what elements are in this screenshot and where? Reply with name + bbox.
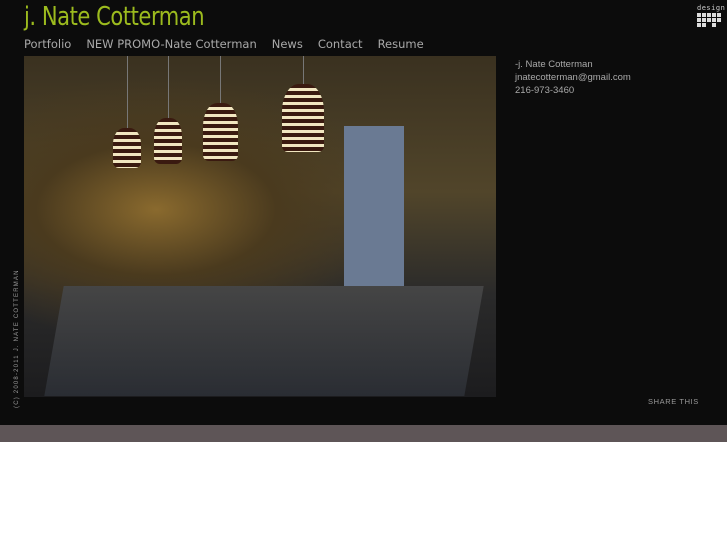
footer-band [0,425,727,442]
photo-wire [168,56,169,121]
main-nav: Portfolio NEW PROMO-Nate Cotterman News … [24,37,424,51]
photo-lamp [282,84,324,152]
contact-phone: 216-973-3460 [515,84,575,96]
photo-wire [127,56,128,131]
nav-portfolio[interactable]: Portfolio [24,37,71,51]
contact-info: -j. Nate Cotterman jnatecotterman@gmail.… [515,59,631,97]
contact-name: -j. Nate Cotterman [515,59,593,70]
photo-wire [220,56,221,106]
copyright: (C) 2008-2011 J. NATE COTTERMAN [14,269,20,408]
photo-counter [44,286,484,396]
design-logo[interactable]: design [697,4,726,27]
nav-news[interactable]: News [272,37,303,51]
nav-contact[interactable]: Contact [318,37,363,51]
logo-grid-icon [697,13,721,27]
contact-email[interactable]: jnatecotterman@gmail.com [515,72,631,85]
portfolio-photo-kitchen[interactable] [24,56,496,397]
photo-wire [303,56,304,86]
nav-new-promo[interactable]: NEW PROMO-Nate Cotterman [86,37,256,51]
share-this-button[interactable]: SHARE THIS [648,397,699,406]
photo-lamp [203,103,238,161]
logo-text: design [697,4,726,12]
photo-lamp [154,118,182,164]
site-title[interactable]: j. Nate Cotterman [24,2,205,32]
nav-resume[interactable]: Resume [378,37,424,51]
photo-lamp [113,128,141,168]
